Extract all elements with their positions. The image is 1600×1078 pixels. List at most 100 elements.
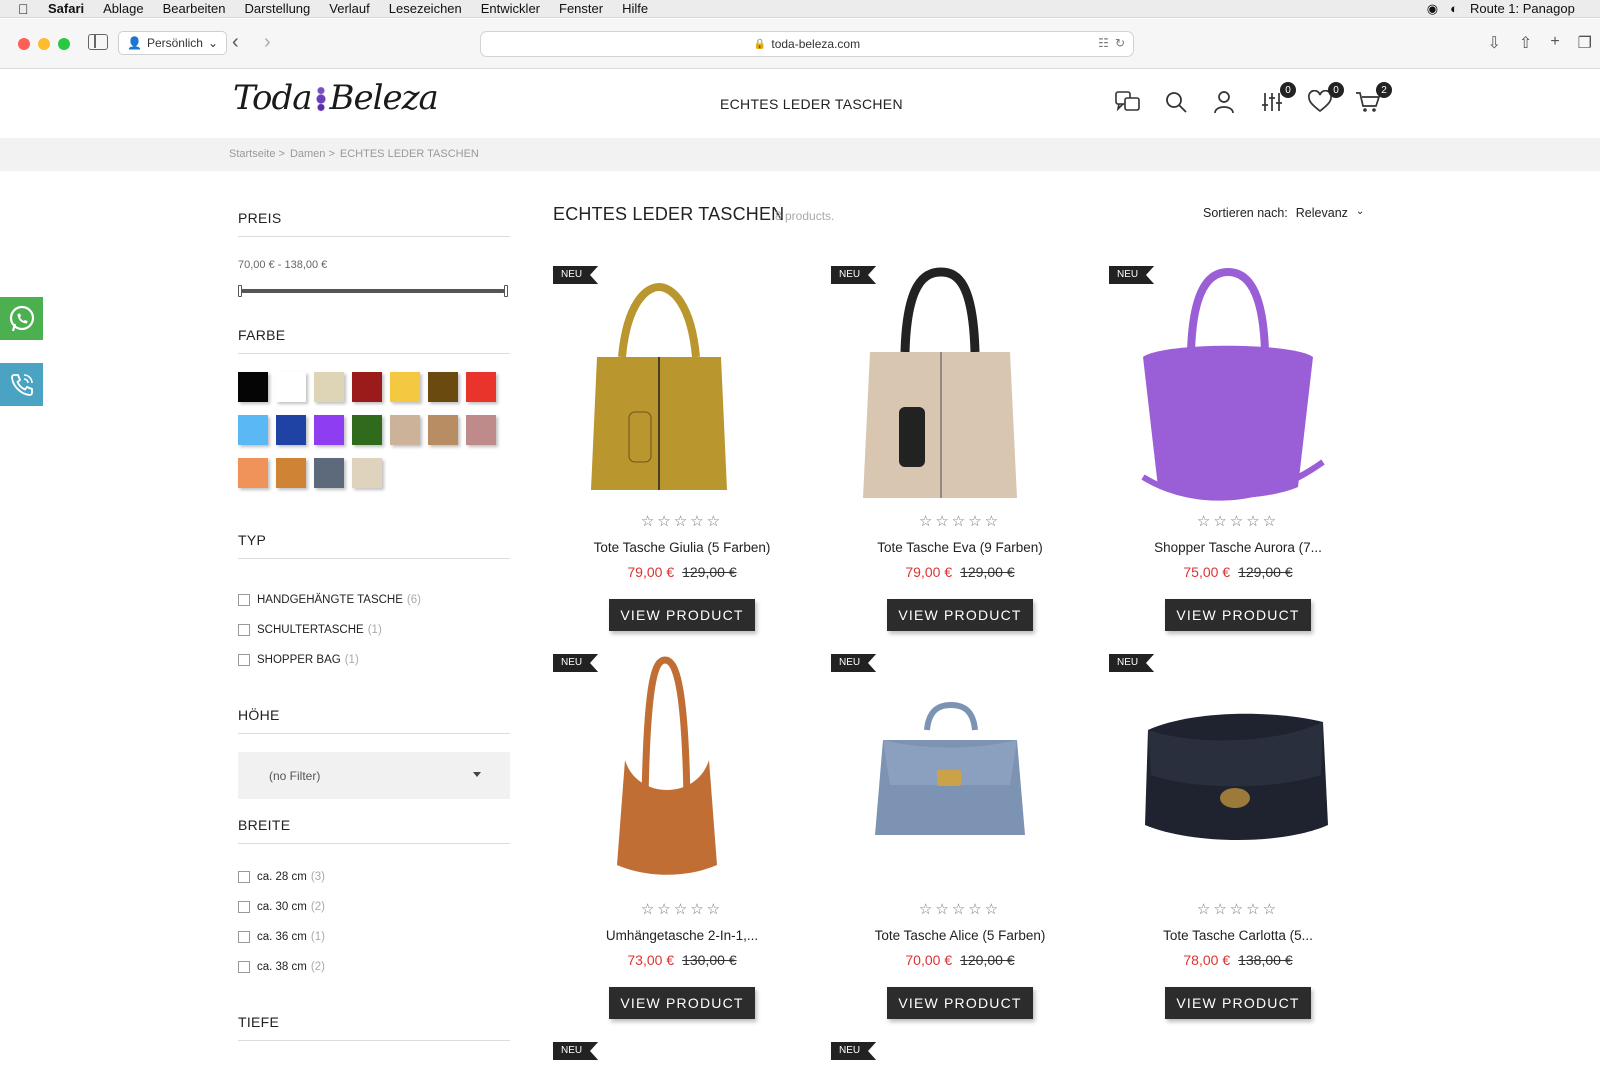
color-swatch[interactable] (466, 372, 496, 402)
back-button[interactable]: ‹ (232, 32, 239, 52)
color-swatch[interactable] (428, 372, 458, 402)
view-product-button[interactable]: VIEW PRODUCT (609, 599, 755, 631)
account-icon[interactable] (1210, 88, 1238, 116)
color-swatch[interactable] (352, 458, 382, 488)
color-swatch[interactable] (314, 372, 344, 402)
downloads-icon[interactable]: ⇩ (1488, 33, 1501, 53)
filter-height-title[interactable]: HÖHE (238, 707, 510, 734)
sort-control[interactable]: Sortieren nach: Relevanz ⌄ (1203, 206, 1364, 220)
breadcrumb-home[interactable]: Startseite > (229, 148, 285, 160)
product-image[interactable] (1109, 650, 1367, 890)
view-product-button[interactable]: VIEW PRODUCT (1165, 987, 1311, 1019)
color-swatch[interactable] (276, 372, 306, 402)
product-image[interactable] (831, 650, 1089, 890)
product-image[interactable] (553, 650, 811, 890)
profile-button[interactable]: 👤 Persönlich ⌄ (118, 31, 228, 55)
type-option[interactable]: HANDGEHÄNGTE TASCHE (6) (238, 585, 510, 615)
color-swatch[interactable] (352, 415, 382, 445)
product-card[interactable]: NEU ☆☆☆☆☆ Tote Tasche Carlotta (5... 78,00 … (1109, 650, 1367, 1030)
color-swatch[interactable] (352, 372, 382, 402)
product-name[interactable]: Shopper Tasche Aurora (7... (1109, 540, 1367, 555)
sidebar-toggle-icon[interactable] (88, 34, 108, 50)
checkbox[interactable] (238, 961, 250, 973)
filter-type-title[interactable]: TYP (238, 532, 510, 559)
color-swatch[interactable] (276, 415, 306, 445)
compare-icon[interactable]: 0 (1258, 82, 1296, 116)
route-status[interactable]: Route 1: Panagop (1470, 1, 1600, 16)
filter-depth-title[interactable]: TIEFE (238, 1014, 510, 1041)
menu-entwickler[interactable]: Entwickler (481, 1, 540, 16)
product-card-partial[interactable]: NEU (831, 1038, 1089, 1078)
menu-verlauf[interactable]: Verlauf (329, 1, 369, 16)
height-select[interactable]: (no Filter) (238, 752, 510, 799)
type-option[interactable]: SHOPPER BAG (1) (238, 645, 510, 675)
search-icon[interactable] (1162, 88, 1190, 116)
color-swatch[interactable] (314, 458, 344, 488)
apple-icon[interactable]:  (18, 1, 34, 17)
minimize-window-button[interactable] (38, 38, 50, 50)
product-card[interactable]: NEU ☆☆☆☆☆ Tote Tasche Alice (5 Farben) 70,0… (831, 650, 1089, 1030)
color-swatch[interactable] (238, 458, 268, 488)
reload-icon[interactable]: ↻ (1115, 36, 1125, 50)
close-window-button[interactable] (18, 38, 30, 50)
menu-safari[interactable]: Safari (48, 1, 84, 16)
product-card[interactable]: NEU ☆☆☆☆☆ Tote Tasche Giulia (5 Farben) 79,… (553, 262, 811, 642)
new-tab-icon[interactable]: + (1550, 33, 1559, 53)
view-product-button[interactable]: VIEW PRODUCT (1165, 599, 1311, 631)
type-option[interactable]: SCHULTERTASCHE (1) (238, 615, 510, 645)
language-icon[interactable] (1114, 88, 1142, 116)
price-slider[interactable] (238, 285, 508, 297)
color-swatch[interactable] (238, 415, 268, 445)
color-swatch[interactable] (238, 372, 268, 402)
zoom-window-button[interactable] (58, 38, 70, 50)
color-swatch[interactable] (390, 372, 420, 402)
color-swatch[interactable] (390, 415, 420, 445)
menu-lesezeichen[interactable]: Lesezeichen (389, 1, 462, 16)
forward-button[interactable]: › (264, 32, 271, 52)
share-icon[interactable]: ⇧ (1519, 33, 1532, 53)
record-icon[interactable]: ◉ (1427, 1, 1438, 17)
width-option[interactable]: ca. 28 cm (3) (238, 862, 510, 892)
product-name[interactable]: Tote Tasche Giulia (5 Farben) (553, 540, 811, 555)
checkbox[interactable] (238, 594, 250, 606)
checkbox[interactable] (238, 931, 250, 943)
filter-price-title[interactable]: PREIS (238, 210, 510, 237)
checkbox[interactable] (238, 624, 250, 636)
filter-width-title[interactable]: BREITE (238, 817, 510, 844)
color-swatch[interactable] (276, 458, 306, 488)
product-image[interactable] (831, 262, 1089, 502)
site-logo[interactable]: Toda Beleza (233, 78, 439, 118)
product-image[interactable] (1109, 262, 1367, 502)
cart-icon[interactable]: 2 (1354, 82, 1392, 116)
menu-darstellung[interactable]: Darstellung (245, 1, 311, 16)
view-product-button[interactable]: VIEW PRODUCT (887, 987, 1033, 1019)
menu-fenster[interactable]: Fenster (559, 1, 603, 16)
product-card[interactable]: NEU ☆☆☆☆☆ Umhängetasche 2-In-1,... 73,00 €1… (553, 650, 811, 1030)
phone-button[interactable] (0, 363, 43, 406)
menu-bearbeiten[interactable]: Bearbeiten (163, 1, 226, 16)
wishlist-heart-icon[interactable]: 0 (1306, 82, 1344, 116)
product-card-partial[interactable]: NEU (553, 1038, 811, 1078)
product-name[interactable]: Tote Tasche Carlotta (5... (1109, 928, 1367, 943)
width-option[interactable]: ca. 36 cm (1) (238, 922, 510, 952)
product-image[interactable] (553, 262, 811, 502)
product-name[interactable]: Tote Tasche Eva (9 Farben) (831, 540, 1089, 555)
view-product-button[interactable]: VIEW PRODUCT (609, 987, 755, 1019)
price-slider-min-handle[interactable] (238, 285, 242, 297)
tab-overview-icon[interactable]: ❐ (1578, 33, 1592, 53)
whatsapp-button[interactable] (0, 297, 43, 340)
checkbox[interactable] (238, 901, 250, 913)
checkbox[interactable] (238, 654, 250, 666)
breadcrumb-damen[interactable]: Damen > (290, 148, 335, 160)
width-option[interactable]: ca. 30 cm (2) (238, 892, 510, 922)
checkbox[interactable] (238, 871, 250, 883)
width-option[interactable]: ca. 38 cm (2) (238, 952, 510, 982)
color-swatch[interactable] (314, 415, 344, 445)
menu-ablage[interactable]: Ablage (103, 1, 143, 16)
product-name[interactable]: Tote Tasche Alice (5 Farben) (831, 928, 1089, 943)
control-center-icon[interactable]: ◐ (1450, 1, 1458, 16)
view-product-button[interactable]: VIEW PRODUCT (887, 599, 1033, 631)
address-bar[interactable]: 🔒 toda-beleza.com ☷ ↻ (480, 31, 1134, 57)
product-card[interactable]: NEU ☆☆☆☆☆ Shopper Tasche Aurora (7... 75,00… (1109, 262, 1367, 642)
translate-icon[interactable]: ☷ (1098, 36, 1109, 50)
